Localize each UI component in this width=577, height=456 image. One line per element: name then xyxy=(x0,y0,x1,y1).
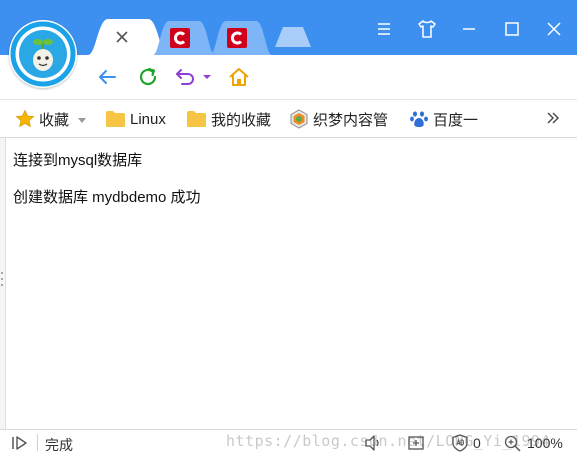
undo-icon[interactable] xyxy=(174,65,198,89)
skin-icon[interactable] xyxy=(415,17,439,41)
baidu-paw-icon xyxy=(410,111,428,128)
status-bar: 完成 https://blog.csdn.net/LONG_Yi_1994 0 … xyxy=(0,429,577,456)
speaker-icon[interactable] xyxy=(363,434,383,456)
ad-block-shield-icon[interactable] xyxy=(450,434,470,456)
close-icon[interactable] xyxy=(542,17,566,41)
bookmark-item[interactable]: 我的收藏 xyxy=(186,108,271,130)
maximize-icon[interactable] xyxy=(500,17,524,41)
minimize-icon[interactable] xyxy=(457,17,481,41)
watermark: https://blog.csdn.net/LONG_Yi_1994 xyxy=(226,432,551,450)
favorites-label: 收藏 xyxy=(39,111,70,129)
page-text-line: 创建数据库 mydbdemo 成功 xyxy=(13,189,201,206)
undo-dropdown-icon[interactable] xyxy=(200,65,214,89)
bookmark-item[interactable]: 织梦内容管 xyxy=(289,108,388,130)
bookmark-label: 我的收藏 xyxy=(211,111,272,129)
favorites-button[interactable]: 收藏 xyxy=(15,108,69,130)
folder-icon xyxy=(187,111,206,127)
page-text-line: 连接到mysql数据库 xyxy=(13,152,143,169)
sidebar-resize-handle[interactable] xyxy=(0,138,6,429)
new-tab-button[interactable] xyxy=(273,19,313,55)
ad-block-count: 0 xyxy=(473,435,481,451)
tab-item[interactable] xyxy=(210,19,272,55)
tab-item[interactable] xyxy=(153,19,215,55)
dedecms-icon xyxy=(290,109,308,129)
bookmark-item[interactable]: Linux xyxy=(105,108,166,130)
browser-logo[interactable] xyxy=(9,20,77,88)
zoom-level[interactable]: 100% xyxy=(527,435,563,451)
bookmark-label: 织梦内容管 xyxy=(313,111,389,129)
tab-close-icon[interactable] xyxy=(114,29,130,45)
navigation-bar xyxy=(0,55,577,99)
star-icon xyxy=(15,109,35,128)
bookmarks-bar: 收藏 Linux 我的收藏 织梦内容管 百度一 xyxy=(0,100,577,137)
status-text: 完成 xyxy=(45,437,73,453)
play-icon[interactable] xyxy=(10,434,30,456)
title-bar xyxy=(0,0,577,55)
double-chevron-right-icon[interactable] xyxy=(545,110,561,130)
bookmark-label: Linux xyxy=(130,110,166,128)
bookmark-label: 百度一 xyxy=(433,111,479,129)
zoom-icon[interactable] xyxy=(503,434,523,456)
folder-icon xyxy=(106,111,125,127)
bookmark-item[interactable]: 百度一 xyxy=(409,108,478,130)
home-icon[interactable] xyxy=(227,65,251,89)
screenshot-icon[interactable] xyxy=(406,434,426,456)
refresh-icon[interactable] xyxy=(136,65,160,89)
back-icon[interactable] xyxy=(95,65,119,89)
menu-icon[interactable] xyxy=(372,17,396,41)
page-content: 连接到mysql数据库 创建数据库 mydbdemo 成功 xyxy=(0,138,577,429)
divider xyxy=(37,434,38,451)
favorites-dropdown-icon[interactable] xyxy=(76,114,88,130)
